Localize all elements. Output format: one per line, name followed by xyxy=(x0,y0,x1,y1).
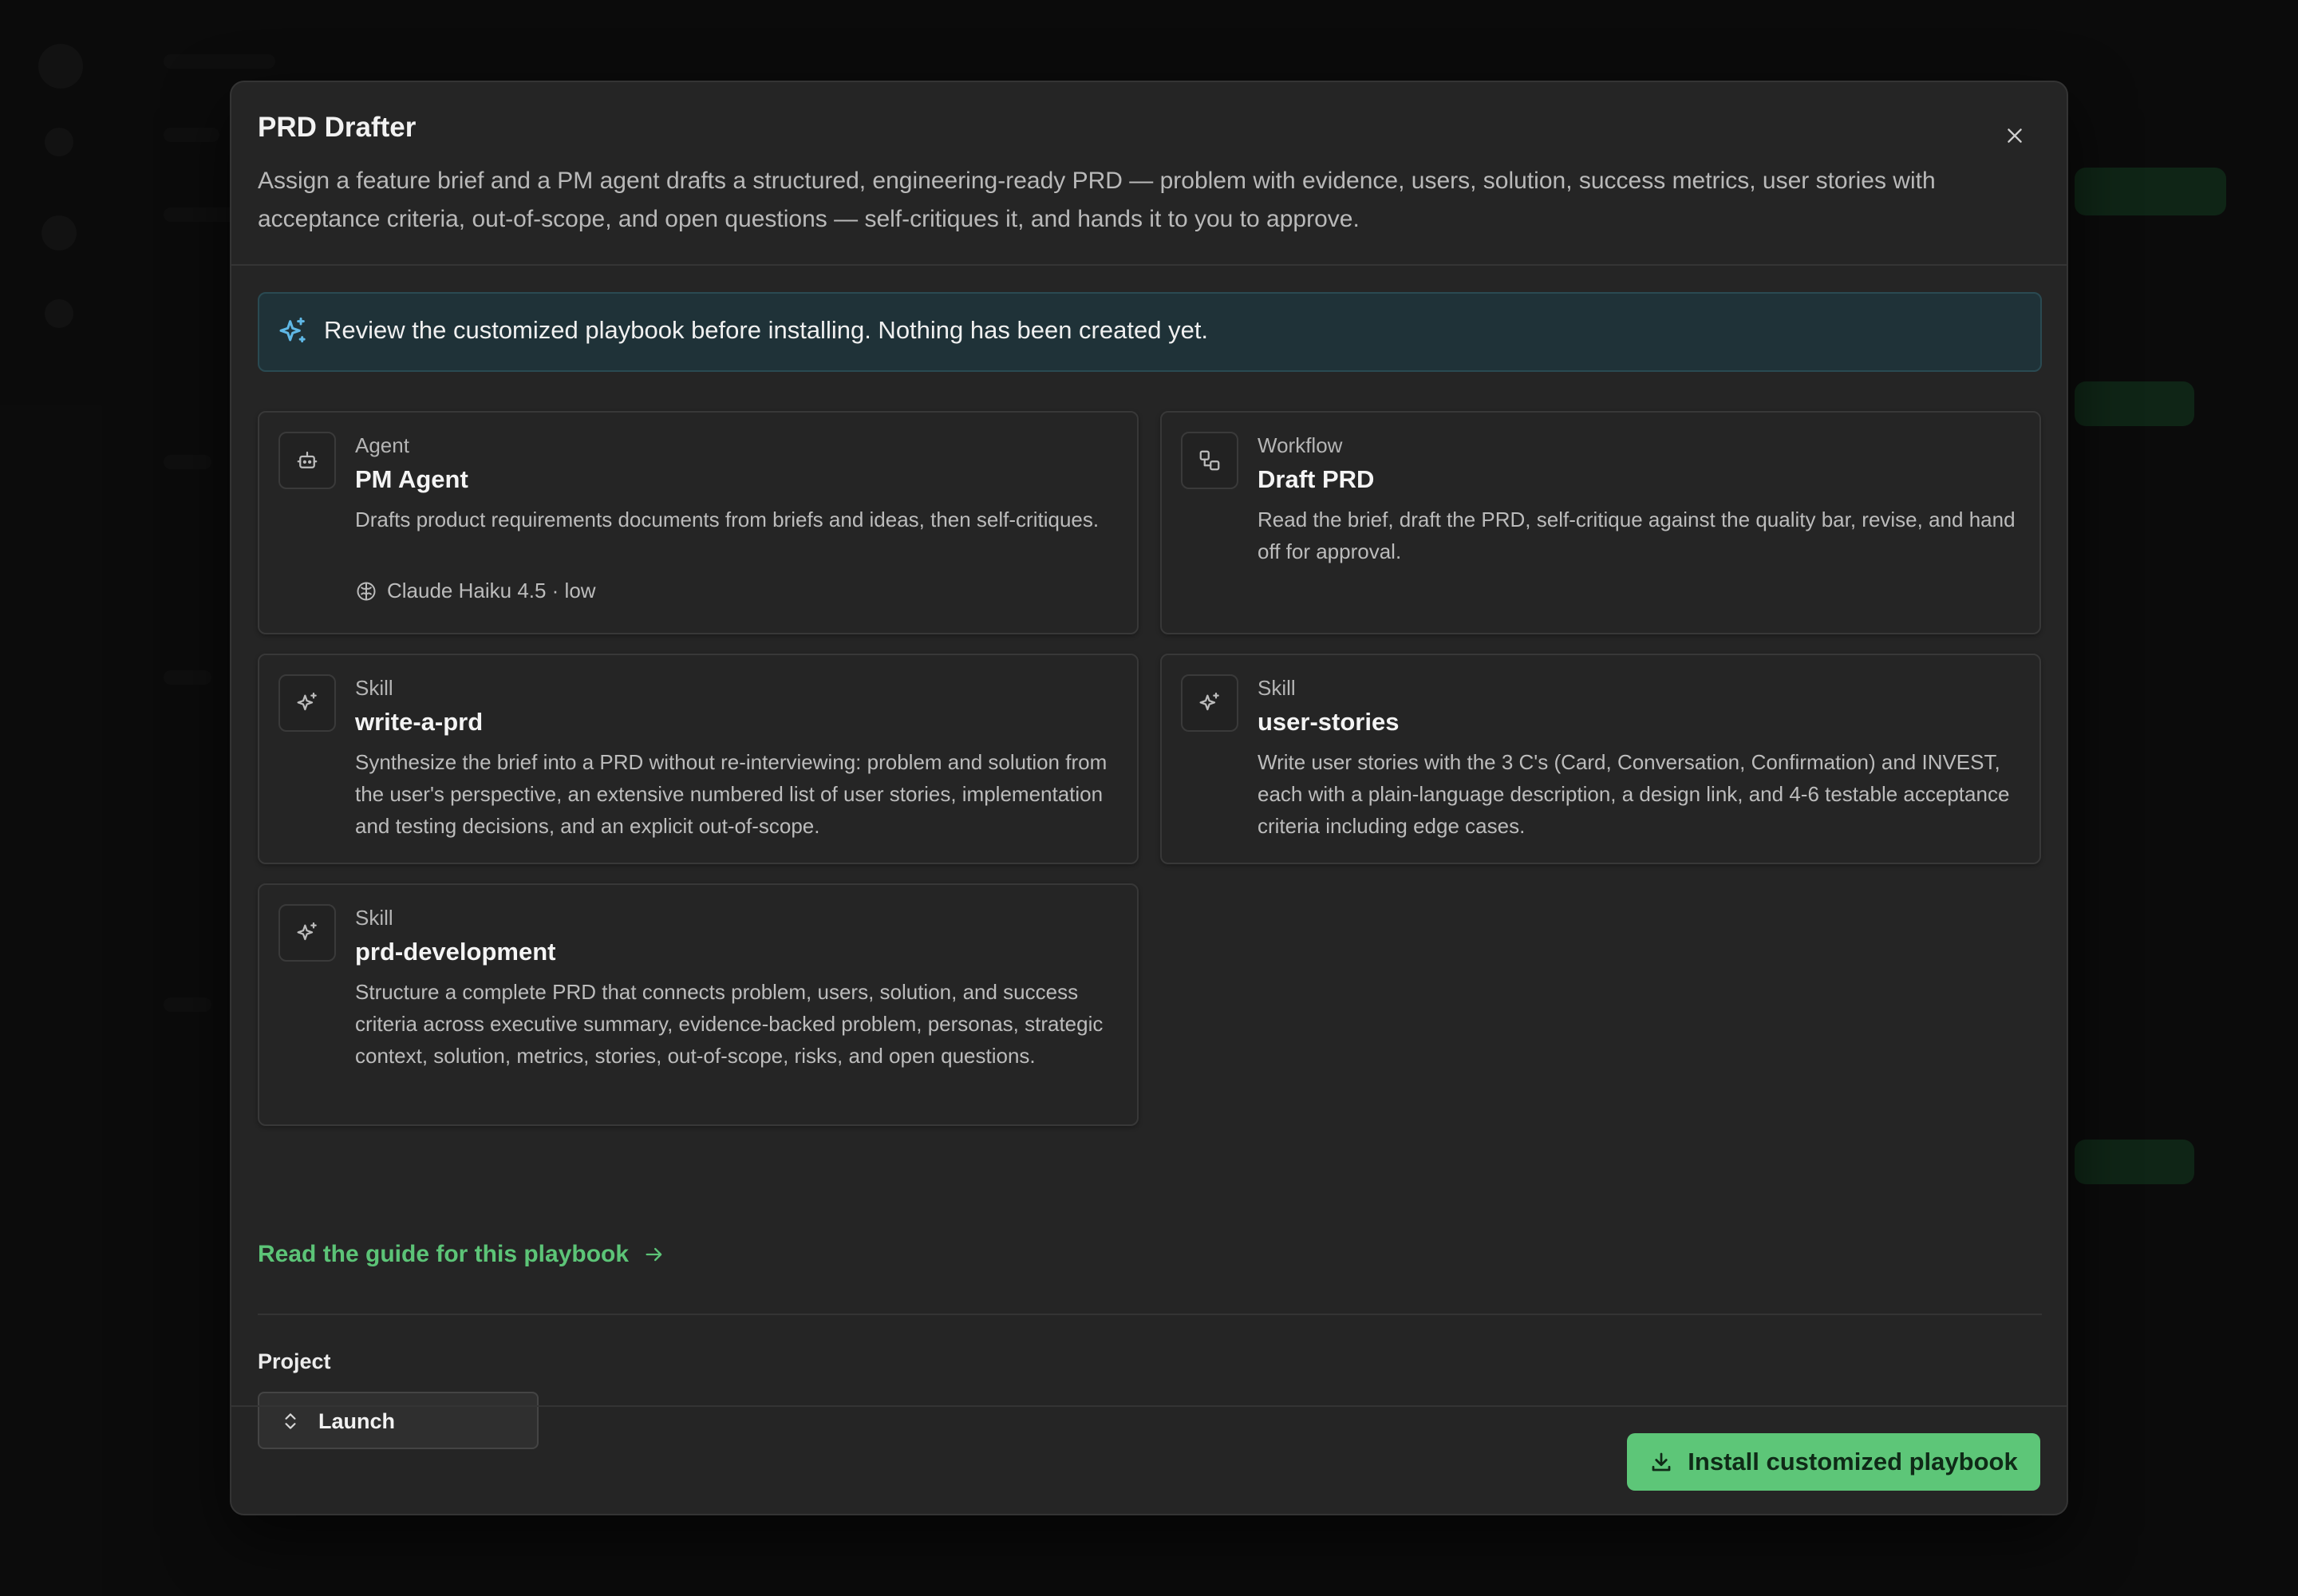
robot-icon xyxy=(297,451,318,468)
footer-divider xyxy=(231,1405,2067,1407)
sparkles-icon xyxy=(1199,692,1219,711)
playbook-install-dialog: PRD Drafter Assign a feature brief and a… xyxy=(230,81,2068,1515)
skill-card-prd-development[interactable]: Skill prd-development Structure a comple… xyxy=(258,883,1139,1126)
card-description: Synthesize the brief into a PRD without … xyxy=(355,750,1108,838)
card-icon-box xyxy=(1181,674,1238,732)
sparkles-icon xyxy=(297,692,317,711)
install-button-label: Install customized playbook xyxy=(1688,1448,2018,1476)
install-playbook-button[interactable]: Install customized playbook xyxy=(1627,1433,2040,1491)
agent-model-label: Claude Haiku 4.5 · low xyxy=(387,579,596,602)
workflow-card[interactable]: Workflow Draft PRD Read the brief, draft… xyxy=(1160,411,2041,634)
card-name: prd-development xyxy=(355,938,556,966)
card-name: Draft PRD xyxy=(1258,465,1375,493)
chevron-up-down-icon xyxy=(285,1413,296,1429)
dialog-title: PRD Drafter xyxy=(258,112,417,143)
guide-link-label: Read the guide for this playbook xyxy=(258,1241,630,1267)
close-button[interactable] xyxy=(1995,116,2035,156)
playbook-guide-link[interactable]: Read the guide for this playbook xyxy=(258,1241,665,1268)
agent-card[interactable]: Agent PM Agent Drafts product requiremen… xyxy=(258,411,1139,634)
notice-text: Review the customized playbook before in… xyxy=(324,316,1209,344)
project-label: Project xyxy=(258,1349,331,1373)
card-kind: Agent xyxy=(355,433,409,457)
card-icon-box xyxy=(278,432,336,489)
card-name: user-stories xyxy=(1258,708,1400,736)
card-icon-box xyxy=(278,904,336,962)
sparkles-icon xyxy=(279,317,306,343)
skill-card-write-a-prd[interactable]: Skill write-a-prd Synthesize the brief i… xyxy=(258,654,1139,864)
card-icon-box xyxy=(1181,432,1238,489)
brain-icon xyxy=(357,582,376,600)
card-kind: Workflow xyxy=(1258,433,1343,457)
card-icon-box xyxy=(278,674,336,732)
dialog-header: PRD Drafter Assign a feature brief and a… xyxy=(231,82,2067,266)
dialog-description: Assign a feature brief and a PM agent dr… xyxy=(258,168,1936,232)
download-icon xyxy=(1652,1452,1671,1472)
card-description: Read the brief, draft the PRD, self-crit… xyxy=(1258,508,2016,563)
card-name: write-a-prd xyxy=(355,708,484,736)
skill-card-user-stories[interactable]: Skill user-stories Write user stories wi… xyxy=(1160,654,2041,864)
sparkles-icon xyxy=(297,922,317,941)
card-kind: Skill xyxy=(1258,676,1296,700)
arrow-right-icon xyxy=(646,1247,662,1262)
close-icon xyxy=(2008,128,2022,143)
project-select-value: Launch xyxy=(318,1409,396,1433)
card-description: Drafts product requirements documents fr… xyxy=(355,508,1100,531)
project-select[interactable]: Launch xyxy=(258,1392,539,1449)
review-notice: Review the customized playbook before in… xyxy=(258,292,2042,372)
workflow-icon xyxy=(1199,450,1220,471)
section-divider xyxy=(258,1314,2042,1315)
card-name: PM Agent xyxy=(355,465,468,493)
card-kind: Skill xyxy=(355,676,393,700)
card-description: Structure a complete PRD that connects p… xyxy=(355,980,1104,1068)
card-description: Write user stories with the 3 C's (Card,… xyxy=(1258,750,2010,838)
agent-model-meta: Claude Haiku 4.5 · low xyxy=(355,579,596,603)
card-kind: Skill xyxy=(355,906,393,930)
